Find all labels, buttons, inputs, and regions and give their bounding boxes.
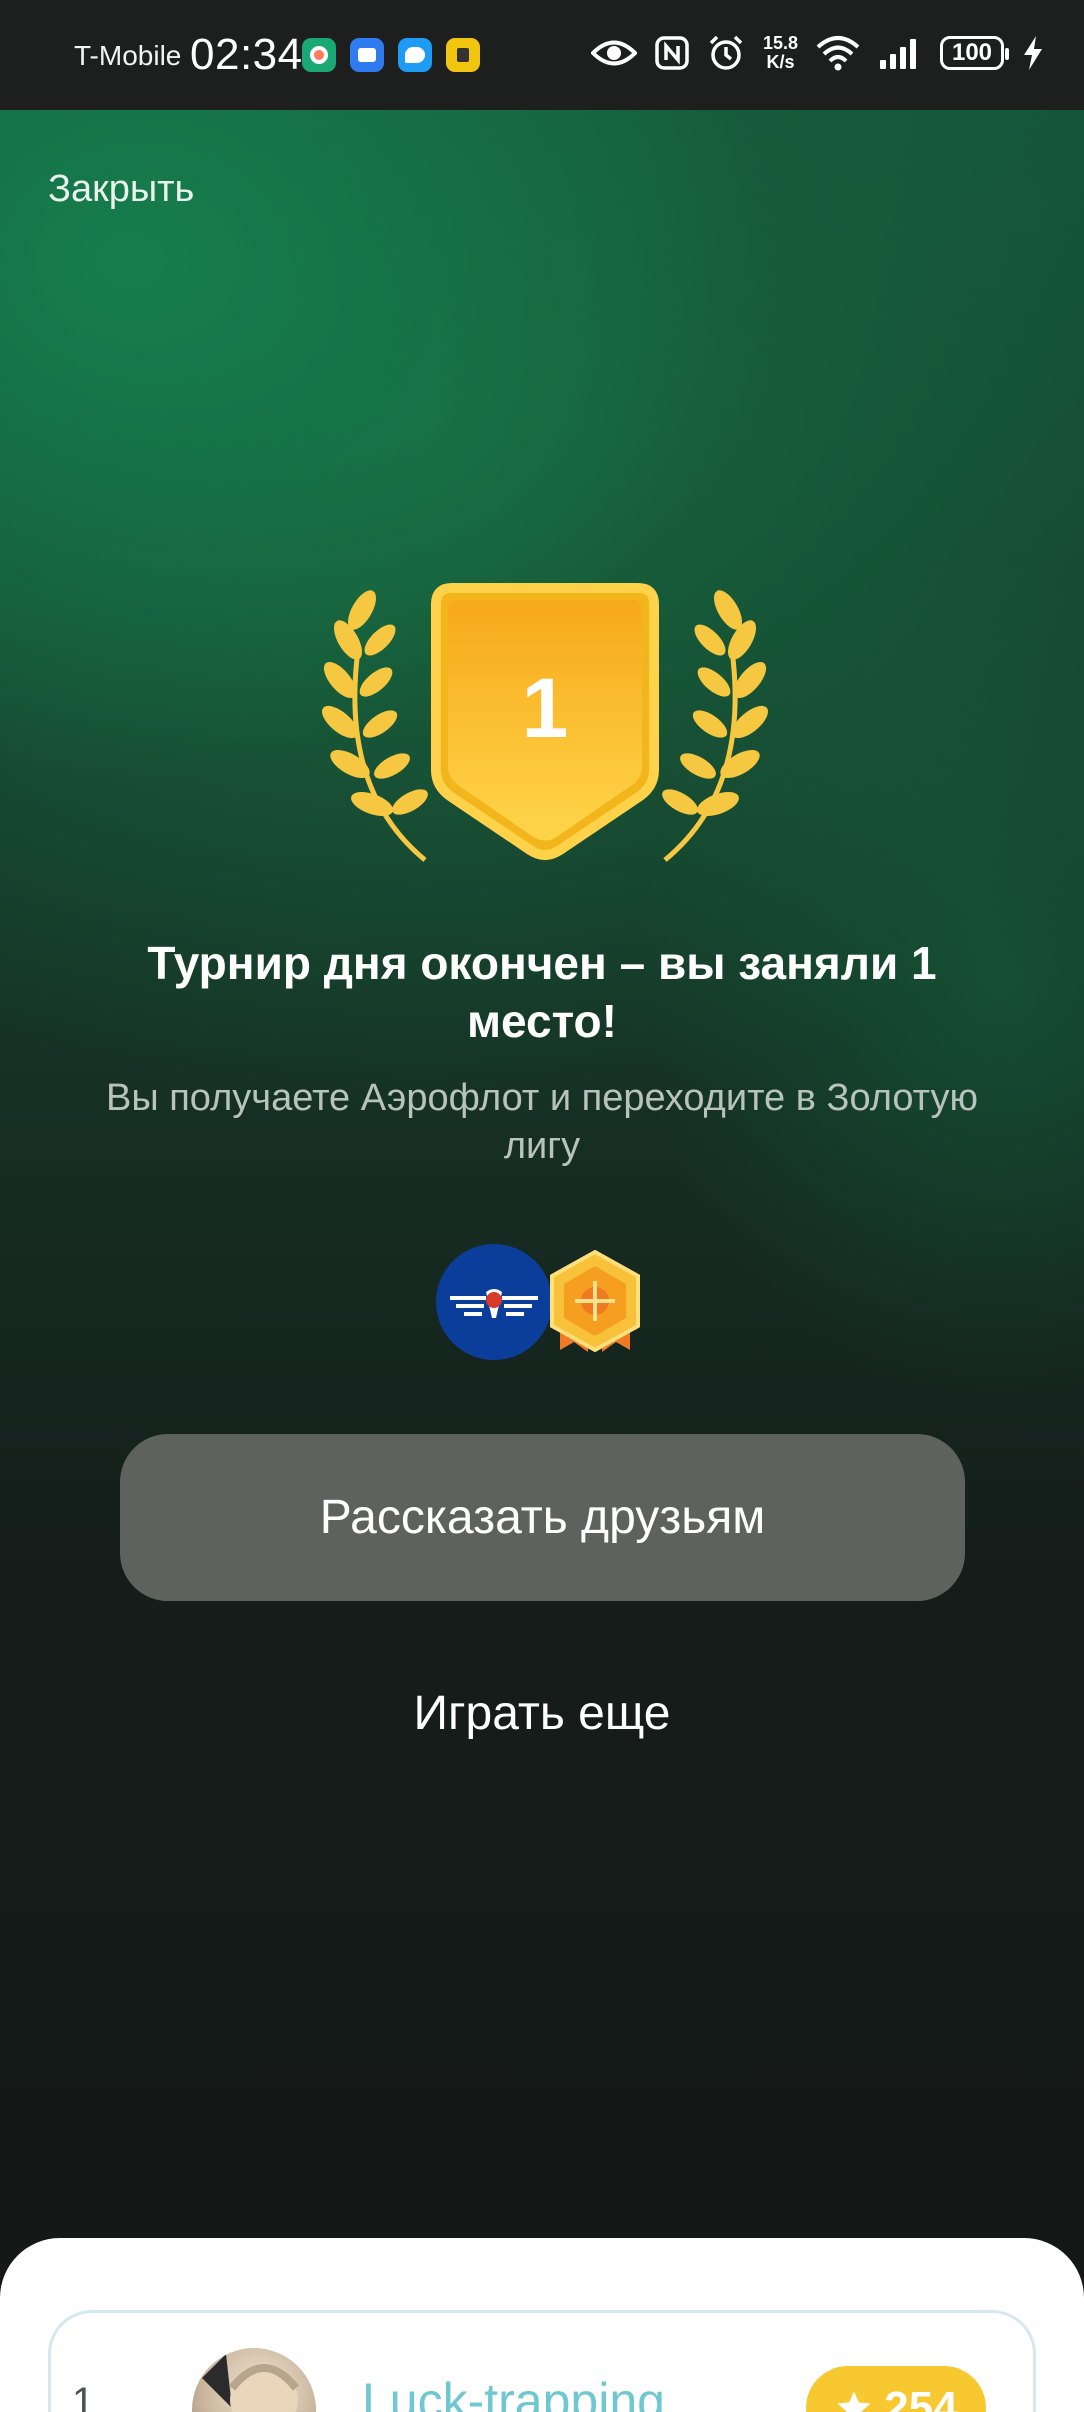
chat-app-icon (398, 38, 432, 72)
play-again-button[interactable]: Играть еще (0, 1686, 1084, 1741)
battery-icon: 100 (940, 36, 1009, 70)
eye-icon (590, 40, 637, 66)
carrier-name: T-Mobile (74, 40, 182, 71)
nfc-icon (655, 36, 689, 70)
star-icon (837, 2391, 871, 2412)
close-button[interactable]: Закрыть (48, 168, 194, 211)
result-subtitle: Вы получаете Аэрофлот и переходите в Зол… (106, 1077, 978, 1167)
prize-icons (436, 1240, 640, 1364)
leaderboard-sheet[interactable]: 1 Luck-trapping 254 (0, 2238, 1084, 2412)
status-bar: T-Mobile 02:34 15.8 K/s 100 (0, 0, 1084, 110)
rank-number: 1 (521, 661, 569, 755)
status-clock: 02:34 (190, 30, 303, 79)
net-speed-unit: K/s (766, 52, 795, 72)
result-title: Турнир дня окончен – вы заняли 1 место! (147, 937, 937, 1047)
gold-league-badge-icon (550, 1249, 640, 1353)
network-speed: 15.8 K/s (763, 34, 798, 72)
tournament-result-screen: T-Mobile 02:34 15.8 K/s 100 Закрыть 1 Ту… (0, 0, 1084, 2412)
yellow-app-icon (446, 38, 480, 72)
first-place-award: 1 (310, 570, 780, 880)
leader-rank: 1 (72, 2380, 95, 2412)
charging-icon (1024, 36, 1042, 70)
leader-name: Luck-trapping (362, 2373, 665, 2412)
leader-score: 254 (884, 2383, 958, 2412)
grammar-app-icon (302, 38, 336, 72)
alarm-icon (709, 35, 743, 70)
blue-app-icon (350, 38, 384, 72)
leader-score-badge: 254 (806, 2366, 986, 2412)
share-with-friends-button[interactable]: Рассказать друзьям (120, 1434, 965, 1601)
net-speed-value: 15.8 (762, 33, 798, 53)
signal-icon (880, 39, 916, 69)
system-icons: 15.8 K/s 100 (590, 34, 1044, 72)
notification-icons (302, 38, 480, 72)
wifi-icon (816, 36, 860, 71)
